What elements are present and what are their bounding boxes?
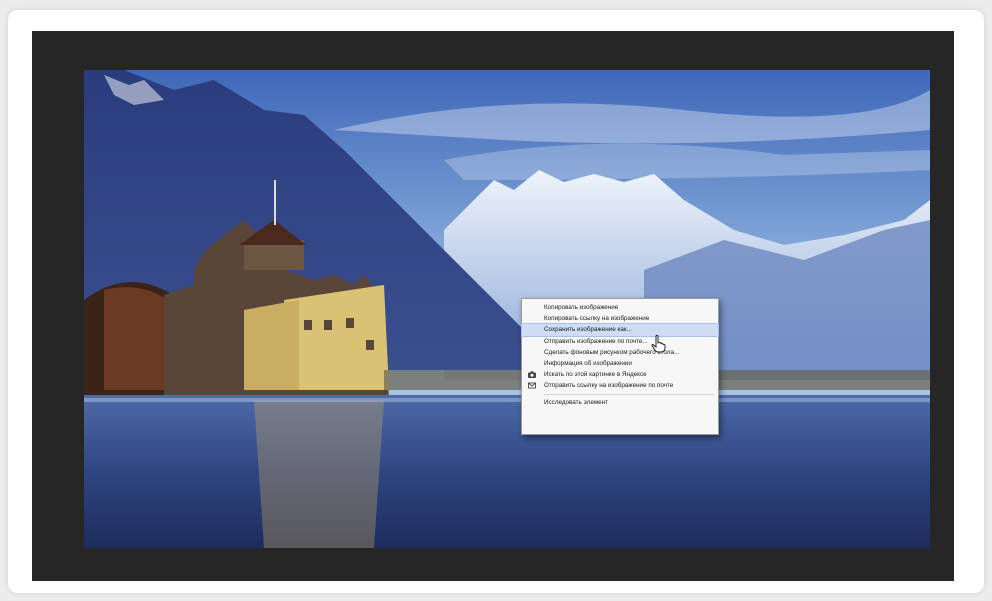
- menu-item-label: Отправить ссылку на изображение по почте: [544, 382, 674, 390]
- mail-icon: [528, 382, 536, 389]
- lake-castle-image: [84, 70, 930, 548]
- menu-item-label: Отправить изображение по почте...: [544, 337, 648, 345]
- menu-item-set-as-wallpaper[interactable]: Сделать фоновым рисунком рабочего стола.…: [522, 347, 718, 358]
- hand-cursor-icon: [651, 335, 667, 353]
- menu-item-label: Искать по этой картинке в Яндексе: [544, 371, 647, 379]
- menu-item-save-image-as[interactable]: Сохранить изображение как...: [521, 323, 719, 337]
- menu-item-label: Копировать ссылку на изображение: [544, 315, 650, 323]
- menu-item-label: Сохранить изображение как...: [544, 326, 632, 334]
- menu-item-copy-image-link[interactable]: Копировать ссылку на изображение: [522, 313, 718, 324]
- menu-item-label: Копировать изображение: [544, 304, 619, 311]
- desktop-photo[interactable]: [84, 70, 930, 548]
- menu-item-copy-image[interactable]: Копировать изображение: [522, 302, 718, 313]
- menu-item-label: Информация об изображении: [544, 359, 632, 367]
- menu-item-label: Исследовать элемент: [544, 398, 609, 406]
- menu-item-email-image-link[interactable]: Отправить ссылку на изображение по почте: [522, 380, 718, 391]
- menu-item-email-image[interactable]: Отправить изображение по почте...: [522, 336, 718, 347]
- menu-item-image-info[interactable]: Информация об изображении: [522, 358, 718, 369]
- menu-item-search-yandex[interactable]: Искать по этой картинке в Яндексе: [522, 369, 718, 380]
- menu-separator: [544, 393, 714, 395]
- menu-item-inspect-element[interactable]: Исследовать элемент: [522, 397, 718, 408]
- context-menu: Копировать изображение Копировать ссылку…: [521, 298, 719, 435]
- camera-icon: [528, 371, 536, 379]
